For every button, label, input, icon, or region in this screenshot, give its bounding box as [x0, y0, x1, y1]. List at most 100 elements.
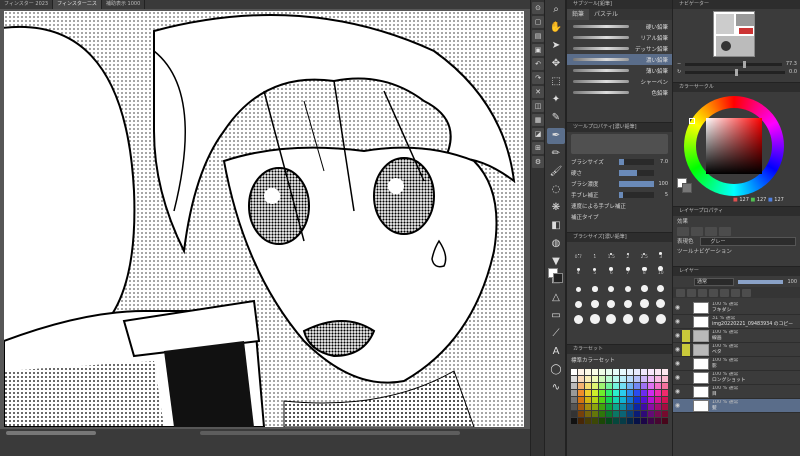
new-file-icon[interactable]: ▢ [532, 16, 544, 28]
brush-item[interactable]: デッサン鉛筆 [567, 43, 672, 54]
color-swatch[interactable] [620, 383, 626, 389]
color-swatch[interactable] [662, 418, 668, 424]
color-swatch[interactable] [578, 418, 584, 424]
color-swatch[interactable] [627, 404, 633, 410]
settings-icon[interactable]: ⚙ [532, 156, 544, 168]
color-swatch[interactable] [655, 390, 661, 396]
brush-size-option[interactable] [570, 278, 587, 292]
opacity-slider[interactable] [738, 279, 784, 284]
color-swatch[interactable] [627, 418, 633, 424]
color-swatch[interactable] [585, 404, 591, 410]
color-swatch[interactable] [662, 376, 668, 382]
color-swatch[interactable] [620, 418, 626, 424]
color-swatch[interactable] [627, 369, 633, 375]
prop-speed-stabilization[interactable]: 速度による手ブレ補正 [567, 200, 672, 211]
draft-icon[interactable] [698, 288, 707, 297]
hue-ring[interactable] [684, 96, 784, 196]
color-swatch[interactable] [578, 376, 584, 382]
correct-line-icon[interactable]: ∿ [547, 380, 565, 396]
color-swatch[interactable] [592, 404, 598, 410]
clear-icon[interactable]: ✕ [532, 86, 544, 98]
zoom-icon[interactable]: ⊙ [532, 2, 544, 14]
color-swatch[interactable] [620, 390, 626, 396]
brush-item[interactable]: シャーペン [567, 76, 672, 87]
brush-size-option[interactable] [603, 310, 620, 324]
eyedropper-icon[interactable]: ✎ [547, 110, 565, 126]
doc-tab-2[interactable]: フィンスター二ス [53, 0, 102, 9]
color-swatch[interactable] [571, 383, 577, 389]
color-swatch[interactable] [571, 418, 577, 424]
eye-icon[interactable]: ◉ [673, 371, 682, 385]
color-swatch[interactable] [599, 397, 605, 403]
selection-icon[interactable]: ⬚ [547, 74, 565, 90]
manga-canvas[interactable] [4, 11, 524, 427]
color-swatch[interactable] [578, 383, 584, 389]
color-swatch[interactable] [585, 411, 591, 417]
color-swatch[interactable] [599, 390, 605, 396]
color-swatch[interactable] [578, 390, 584, 396]
save-icon[interactable]: ▣ [532, 44, 544, 56]
redo-icon[interactable]: ↷ [532, 72, 544, 84]
brush-size-option[interactable]: 6 [603, 262, 620, 276]
color-swatch[interactable] [585, 369, 591, 375]
brush-icon[interactable]: 🖌 [547, 164, 565, 180]
color-swatch[interactable] [655, 376, 661, 382]
layer-color-button[interactable] [719, 226, 731, 236]
brush-item[interactable]: 色鉛筆 [567, 87, 672, 98]
layer-row[interactable]: ◉ 31 % 通常 img20220221_09483934 のコピー [673, 315, 800, 329]
brush-size-option[interactable]: 1.5 [603, 246, 620, 260]
brush-size-option[interactable] [653, 294, 670, 308]
color-swatch[interactable] [641, 418, 647, 424]
auto-select-icon[interactable]: ✦ [547, 92, 565, 108]
transform-icon[interactable]: ◫ [532, 100, 544, 112]
deselect-icon[interactable]: ▦ [532, 114, 544, 126]
frame-icon[interactable]: ▭ [547, 308, 565, 324]
brush-size-option[interactable] [636, 278, 653, 292]
clip-icon[interactable] [676, 288, 685, 297]
invert-selection-icon[interactable]: ◪ [532, 128, 544, 140]
color-swatch[interactable] [627, 383, 633, 389]
brush-size-option[interactable]: 10 [653, 262, 670, 276]
color-swatch[interactable] [662, 404, 668, 410]
saturation-value-square[interactable] [706, 118, 762, 174]
brush-size-option[interactable] [653, 310, 670, 324]
color-swatch[interactable] [634, 411, 640, 417]
balloon-icon[interactable]: ◯ [547, 362, 565, 378]
brush-size-option[interactable] [570, 310, 587, 324]
brush-size-option[interactable] [620, 294, 637, 308]
brush-size-option[interactable]: 8 [636, 262, 653, 276]
color-swatch[interactable] [634, 397, 640, 403]
eye-icon[interactable]: ◉ [673, 385, 682, 399]
undo-icon[interactable]: ↶ [532, 58, 544, 70]
color-swatch[interactable] [655, 411, 661, 417]
color-swatch[interactable] [585, 376, 591, 382]
doc-tab-1[interactable]: フィンスター 2023 [0, 0, 54, 9]
brush-size-option[interactable] [620, 310, 637, 324]
brush-size-option[interactable] [636, 310, 653, 324]
prop-slider[interactable] [619, 169, 654, 176]
color-swatch[interactable] [655, 383, 661, 389]
color-swatch[interactable] [655, 404, 661, 410]
color-swatch[interactable] [613, 376, 619, 382]
color-swatch[interactable] [578, 397, 584, 403]
blend-icon[interactable]: ◍ [547, 236, 565, 252]
extract-line-button[interactable] [691, 226, 703, 236]
color-swatch[interactable] [655, 369, 661, 375]
brush-item-selected[interactable]: 濃い鉛筆 [567, 54, 672, 65]
brush-item[interactable]: リアル鉛筆 [567, 32, 672, 43]
color-swatch[interactable] [641, 376, 647, 382]
brush-size-option[interactable]: 5 [587, 262, 604, 276]
layer-row[interactable]: ◉ 100 % 通常 線画 [673, 329, 800, 343]
brush-size-option[interactable]: 7 [620, 262, 637, 276]
prop-stabilization[interactable]: 手ブレ補正 5 [567, 189, 672, 200]
ruler-icon[interactable]: ⟋ [547, 326, 565, 342]
color-swatch[interactable] [662, 411, 668, 417]
move-icon[interactable]: ✥ [547, 56, 565, 72]
color-swatch[interactable] [655, 418, 661, 424]
color-swatch[interactable] [599, 404, 605, 410]
brush-size-option[interactable] [587, 294, 604, 308]
color-swatch[interactable] [571, 397, 577, 403]
color-swatch[interactable] [606, 383, 612, 389]
color-swatch[interactable] [585, 390, 591, 396]
color-swatch[interactable] [613, 390, 619, 396]
